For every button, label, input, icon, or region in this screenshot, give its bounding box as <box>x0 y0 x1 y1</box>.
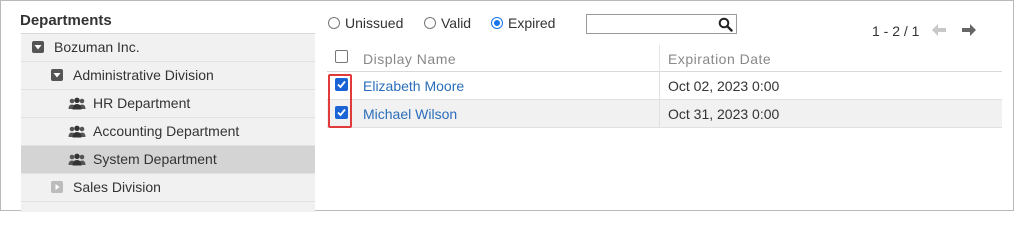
column-divider <box>659 100 660 128</box>
search-box <box>586 14 737 34</box>
department-panel: Departments Bozuman Inc. Administrative … <box>2 2 315 212</box>
pager-text: 1 - 2 / 1 <box>872 23 920 39</box>
radio-button[interactable] <box>328 17 340 29</box>
tree-item-label: HR Department <box>93 95 191 111</box>
radio-label: Valid <box>441 15 472 31</box>
app-frame: Departments Bozuman Inc. Administrative … <box>0 0 1014 212</box>
tree-item-sales-division[interactable]: Sales Division <box>21 174 315 202</box>
expiration-date: Oct 02, 2023 0:00 <box>668 78 780 94</box>
group-icon <box>68 97 86 115</box>
tree-item-label: Sales Division <box>73 179 161 195</box>
tree-item-label: Accounting Department <box>93 123 240 139</box>
table-row[interactable]: Michael Wilson Oct 31, 2023 0:00 <box>327 100 1002 128</box>
column-divider <box>659 45 660 72</box>
tree-item-label: Administrative Division <box>73 67 214 83</box>
tree-item-label: System Department <box>93 151 217 167</box>
tree-item-label: Bozuman Inc. <box>54 39 140 55</box>
tree-item-hr-department[interactable]: HR Department <box>21 90 315 118</box>
tree-item-accounting-department[interactable]: Accounting Department <box>21 118 315 146</box>
expand-square-icon[interactable] <box>51 181 63 193</box>
tree-item-administrative-division[interactable]: Administrative Division <box>21 62 315 90</box>
department-tree: Bozuman Inc. Administrative Division HR … <box>21 33 315 212</box>
tree-item-bozuman[interactable]: Bozuman Inc. <box>21 34 315 62</box>
search-icon[interactable] <box>718 17 733 37</box>
column-header-expiration-date[interactable]: Expiration Date <box>668 51 771 67</box>
table-header: Display Name Expiration Date <box>327 45 1002 72</box>
radio-label: Expired <box>508 15 556 31</box>
search-input[interactable] <box>589 16 709 32</box>
checkbox-highlight-box <box>328 74 352 128</box>
radio-button[interactable] <box>491 17 503 29</box>
group-icon <box>68 153 86 171</box>
user-name-link[interactable]: Elizabeth Moore <box>363 78 464 94</box>
select-all-checkbox[interactable] <box>335 50 348 63</box>
collapse-square-icon[interactable] <box>51 69 63 81</box>
arrow-left-icon[interactable] <box>931 23 947 42</box>
collapse-square-icon[interactable] <box>32 41 44 53</box>
arrow-right-icon[interactable] <box>961 23 977 42</box>
table-row[interactable]: Elizabeth Moore Oct 02, 2023 0:00 <box>327 72 1002 100</box>
group-icon <box>68 125 86 143</box>
panel-title: Departments <box>20 12 112 29</box>
radio-label: Unissued <box>345 15 404 31</box>
column-header-display-name[interactable]: Display Name <box>363 51 456 67</box>
expiration-date: Oct 31, 2023 0:00 <box>668 106 780 122</box>
user-name-link[interactable]: Michael Wilson <box>363 106 457 122</box>
column-divider <box>659 72 660 100</box>
tree-item-system-department[interactable]: System Department <box>21 146 315 174</box>
radio-button[interactable] <box>424 17 436 29</box>
